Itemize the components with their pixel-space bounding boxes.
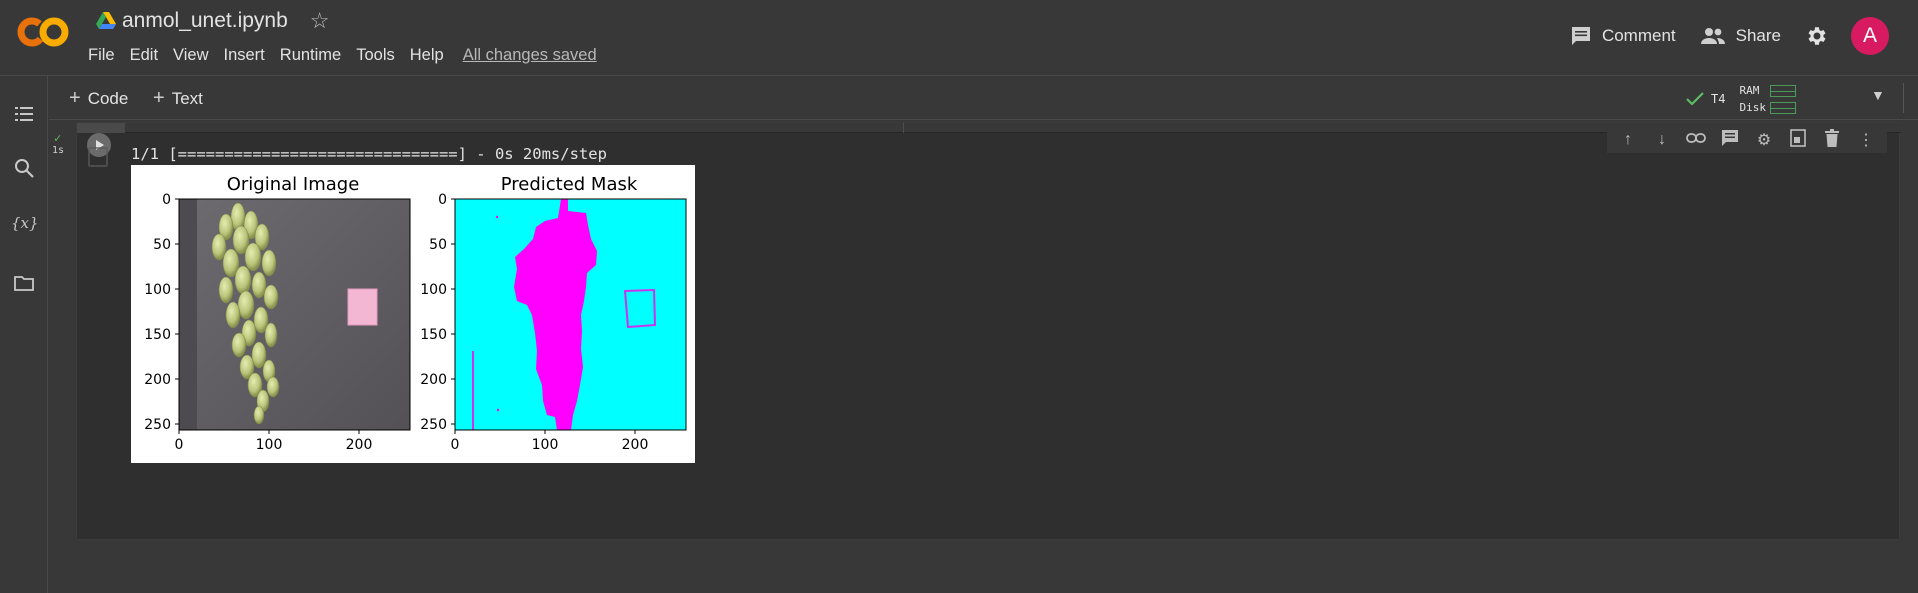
subplot-title-original: Original Image [227, 174, 360, 195]
star-icon[interactable]: ☆ [310, 8, 330, 34]
runtime-status[interactable]: T4 RAM Disk [1685, 82, 1796, 116]
menu-edit[interactable]: Edit [130, 46, 158, 65]
execution-check-icon: ✓ [54, 131, 62, 145]
link-icon[interactable] [1679, 131, 1713, 149]
folder-icon[interactable] [13, 272, 35, 294]
mirror-cell-icon[interactable] [1781, 128, 1815, 152]
y-tick-label: 150 [144, 327, 171, 343]
add-code-label: Code [87, 88, 129, 108]
menu-help[interactable]: Help [410, 46, 444, 65]
output-figure: Original Image 0 50 100 150 200 250 0 10… [131, 165, 695, 463]
x-tick-label: 0 [451, 437, 460, 453]
x-tick-label: 0 [175, 437, 184, 453]
y-tick-label: 0 [162, 192, 171, 208]
menu-file[interactable]: File [88, 46, 115, 65]
disk-bar [1769, 102, 1796, 114]
move-down-icon[interactable]: ↓ [1645, 131, 1679, 149]
menu-insert[interactable]: Insert [224, 46, 265, 65]
table-of-contents-icon[interactable] [13, 103, 35, 125]
add-code-button[interactable]: + Code [69, 87, 128, 110]
output-progress-text: 1/1 [==============================] - 0… [131, 145, 607, 163]
predicted-y-axis: 0 50 100 150 200 250 [420, 192, 455, 433]
ram-label: RAM [1739, 84, 1760, 97]
colab-logo[interactable] [16, 14, 72, 50]
y-tick-label: 150 [420, 327, 447, 343]
add-text-button[interactable]: + Text [153, 87, 203, 110]
menu-view[interactable]: View [173, 46, 208, 65]
y-tick-label: 100 [420, 282, 447, 298]
svg-text:{x}: {x} [11, 214, 37, 232]
y-tick-label: 250 [420, 417, 447, 433]
ram-bar [1769, 85, 1796, 97]
original-y-axis: 0 50 100 150 200 250 [144, 192, 179, 433]
add-text-label: Text [171, 88, 203, 108]
original-x-axis: 0 100 200 [175, 430, 373, 453]
cell-editor-divider [903, 123, 904, 133]
menu-bar: File Edit View Insert Runtime Tools Help… [88, 46, 612, 65]
predicted-x-axis: 0 100 200 [451, 430, 649, 453]
execution-time: 1s [52, 145, 65, 156]
x-tick-label: 200 [622, 437, 649, 453]
notebook-toolbar: + Code + Text T4 RAM Disk ▼ [49, 77, 1918, 120]
y-tick-label: 100 [144, 282, 171, 298]
resource-meters: RAM Disk [1739, 82, 1796, 116]
disk-label: Disk [1739, 101, 1766, 114]
comment-button[interactable]: Comment [1570, 25, 1676, 47]
app-header: anmol_unet.ipynb ☆ File Edit View Insert… [0, 0, 1918, 76]
toolbar-divider [1903, 83, 1904, 113]
predicted-mask-image [455, 199, 686, 430]
move-up-icon[interactable]: ↑ [1611, 131, 1645, 149]
plus-icon: + [153, 87, 165, 109]
original-image [179, 199, 410, 430]
y-tick-label: 0 [438, 192, 447, 208]
menu-runtime[interactable]: Runtime [280, 46, 341, 65]
settings-gear-icon[interactable] [1805, 24, 1829, 48]
plus-icon: + [69, 87, 81, 109]
y-tick-label: 50 [429, 237, 447, 253]
runtime-dropdown-icon[interactable]: ▼ [1871, 87, 1885, 103]
cell-gutter [77, 123, 125, 133]
search-icon[interactable] [13, 157, 35, 179]
y-tick-label: 250 [144, 417, 171, 433]
save-status[interactable]: All changes saved [463, 46, 597, 65]
y-tick-label: 200 [420, 372, 447, 388]
google-drive-icon [96, 12, 116, 29]
delete-cell-icon[interactable] [1815, 128, 1849, 152]
user-avatar[interactable]: A [1851, 17, 1889, 55]
connected-check-icon [1686, 92, 1704, 106]
cell-settings-icon[interactable]: ⚙ [1747, 130, 1781, 150]
x-tick-label: 200 [346, 437, 373, 453]
people-icon [1700, 28, 1725, 44]
more-options-icon[interactable]: ⋮ [1849, 130, 1883, 150]
comment-icon [1571, 27, 1590, 45]
notebook-title[interactable]: anmol_unet.ipynb [122, 9, 288, 33]
share-label: Share [1735, 26, 1781, 45]
code-cell[interactable]: ↑ ↓ ⚙ ⋮ 1/1 [===========================… [76, 122, 1901, 540]
variables-icon[interactable]: {x} [11, 212, 37, 234]
output-actions-icon[interactable] [88, 147, 108, 167]
runtime-type: T4 [1711, 92, 1726, 106]
x-tick-label: 100 [532, 437, 559, 453]
comment-label: Comment [1601, 26, 1676, 45]
left-sidebar: {x} [0, 76, 48, 593]
share-button[interactable]: Share [1700, 26, 1781, 46]
y-tick-label: 200 [144, 372, 171, 388]
cell-toolbar: ↑ ↓ ⚙ ⋮ [1607, 127, 1887, 153]
comment-cell-icon[interactable] [1713, 129, 1747, 152]
execution-status: ✓ 1s [52, 131, 64, 156]
x-tick-label: 100 [256, 437, 283, 453]
y-tick-label: 50 [153, 237, 171, 253]
menu-tools[interactable]: Tools [356, 46, 395, 65]
subplot-title-predicted: Predicted Mask [501, 174, 638, 195]
